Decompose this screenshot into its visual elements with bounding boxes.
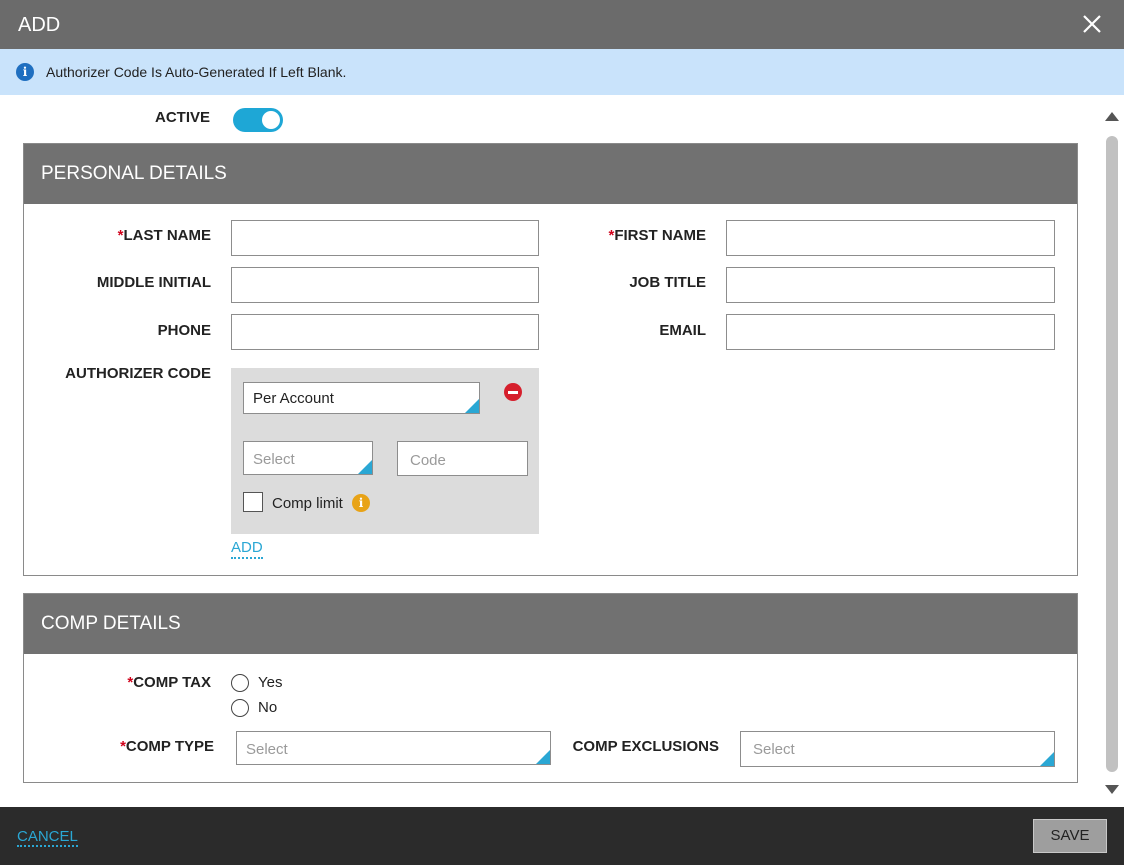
first-name-label: *FIRST NAME xyxy=(608,227,706,244)
comp-tax-yes-radio[interactable] xyxy=(231,674,249,692)
scroll-down-icon[interactable] xyxy=(1105,785,1119,794)
save-button[interactable]: SAVE xyxy=(1033,819,1107,853)
toggle-knob xyxy=(262,111,280,129)
dialog-title: ADD xyxy=(18,14,61,36)
info-icon: i xyxy=(16,63,34,81)
personal-details-section: PERSONAL DETAILS xyxy=(23,143,1078,576)
dropdown-corner-icon xyxy=(1040,752,1054,766)
comp-tax-label: *COMP TAX xyxy=(127,674,211,691)
close-icon[interactable] xyxy=(1080,10,1104,38)
scrollbar-thumb[interactable] xyxy=(1106,136,1118,772)
job-title-label: JOB TITLE xyxy=(629,274,706,291)
last-name-field[interactable] xyxy=(231,220,539,256)
email-field[interactable] xyxy=(726,314,1055,350)
authorizer-scope-select[interactable]: Per Account xyxy=(243,382,480,414)
middle-initial-label: MIDDLE INITIAL xyxy=(96,274,211,291)
active-label: ACTIVE xyxy=(155,109,211,126)
dialog-titlebar: ADD xyxy=(0,0,1124,49)
cancel-button[interactable]: CANCEL xyxy=(17,828,78,847)
dialog-footer: CANCEL SAVE xyxy=(0,807,1124,865)
comp-exclusions-select[interactable]: Select xyxy=(740,731,1055,767)
job-title-field[interactable] xyxy=(726,267,1055,303)
first-name-field[interactable] xyxy=(726,220,1055,256)
active-toggle[interactable] xyxy=(233,108,283,132)
comp-limit-label: Comp limit xyxy=(272,495,343,512)
authorizer-code-label: AUTHORIZER CODE xyxy=(65,365,211,382)
scrollbar[interactable] xyxy=(1102,112,1122,802)
dropdown-corner-icon xyxy=(465,399,479,413)
last-name-label: *LAST NAME xyxy=(117,227,211,244)
add-authorizer-link[interactable]: ADD xyxy=(231,539,263,559)
info-message: Authorizer Code Is Auto-Generated If Lef… xyxy=(46,64,347,80)
comp-details-heading: COMP DETAILS xyxy=(24,594,1077,654)
remove-icon[interactable] xyxy=(504,383,522,401)
email-label: EMAIL xyxy=(659,322,706,339)
comp-type-label: *COMP TYPE xyxy=(120,738,214,755)
phone-label: PHONE xyxy=(157,322,211,339)
info-tooltip-icon[interactable]: i xyxy=(352,494,370,512)
comp-type-select[interactable]: Select xyxy=(236,731,551,765)
comp-limit-checkbox[interactable] xyxy=(243,492,263,512)
authorizer-type-select[interactable]: Select xyxy=(243,441,373,475)
comp-tax-yes-label: Yes xyxy=(258,674,283,691)
dropdown-corner-icon xyxy=(536,750,550,764)
middle-initial-field[interactable] xyxy=(231,267,539,303)
comp-tax-no-label: No xyxy=(258,699,278,716)
scroll-up-icon[interactable] xyxy=(1105,112,1119,121)
personal-details-heading: PERSONAL DETAILS xyxy=(24,144,1077,204)
comp-tax-no-radio[interactable] xyxy=(231,699,249,717)
phone-field[interactable] xyxy=(231,314,539,350)
authorizer-code-input[interactable]: Code xyxy=(397,441,528,476)
comp-exclusions-label: COMP EXCLUSIONS xyxy=(572,738,719,755)
info-banner: i Authorizer Code Is Auto-Generated If L… xyxy=(0,49,1124,95)
dropdown-corner-icon xyxy=(358,460,372,474)
